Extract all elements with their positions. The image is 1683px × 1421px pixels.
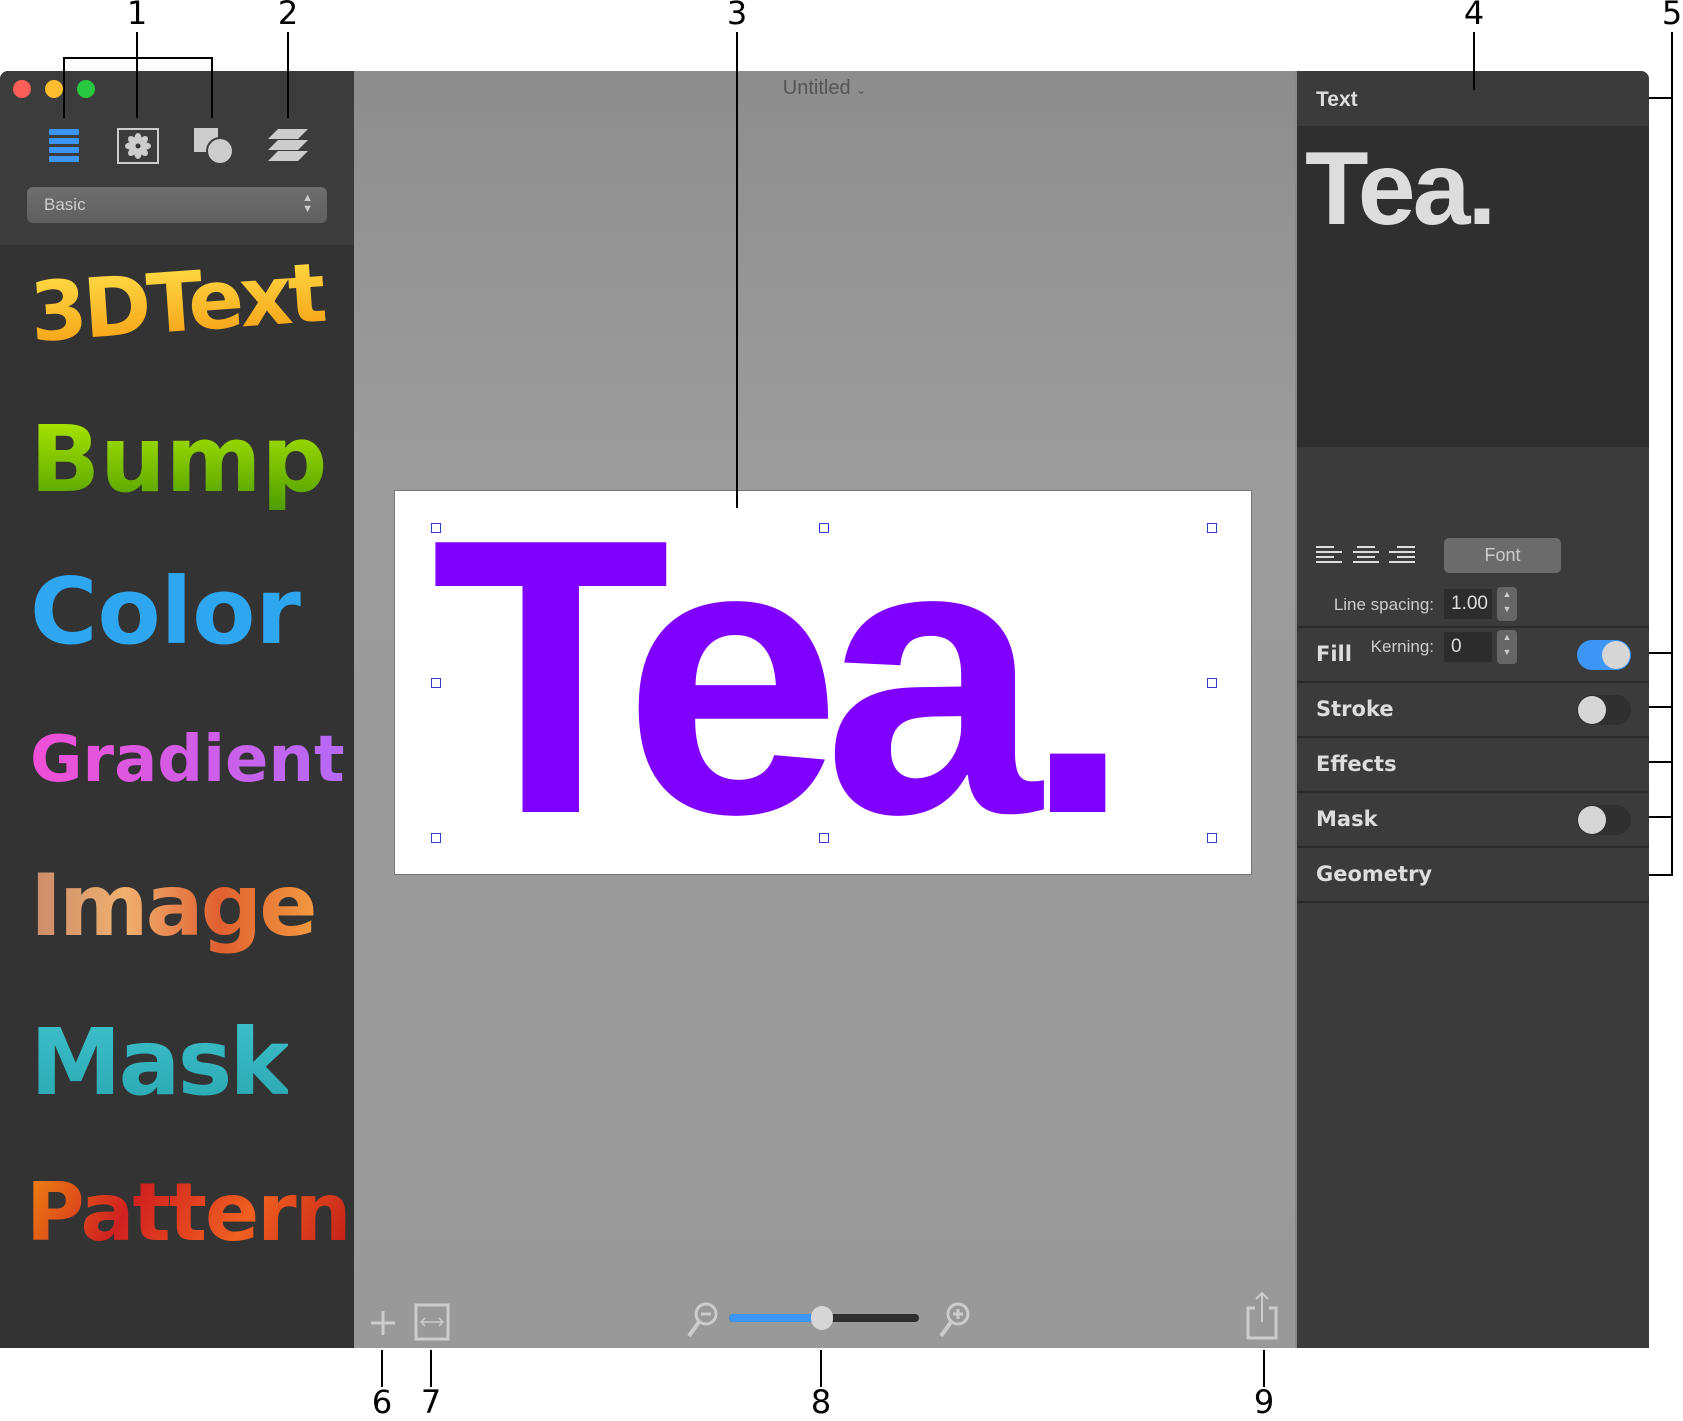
callout-8: 8 — [810, 1383, 832, 1421]
callout-7: 7 — [420, 1383, 442, 1421]
callout-6: 6 — [371, 1383, 393, 1421]
callout-3: 3 — [726, 0, 748, 32]
callout-5: 5 — [1661, 0, 1683, 32]
callout-2: 2 — [277, 0, 299, 32]
callout-lines — [63, 32, 1673, 1387]
callout-9: 9 — [1253, 1383, 1275, 1421]
callout-4: 4 — [1463, 0, 1485, 32]
callout-1: 1 — [126, 0, 148, 32]
